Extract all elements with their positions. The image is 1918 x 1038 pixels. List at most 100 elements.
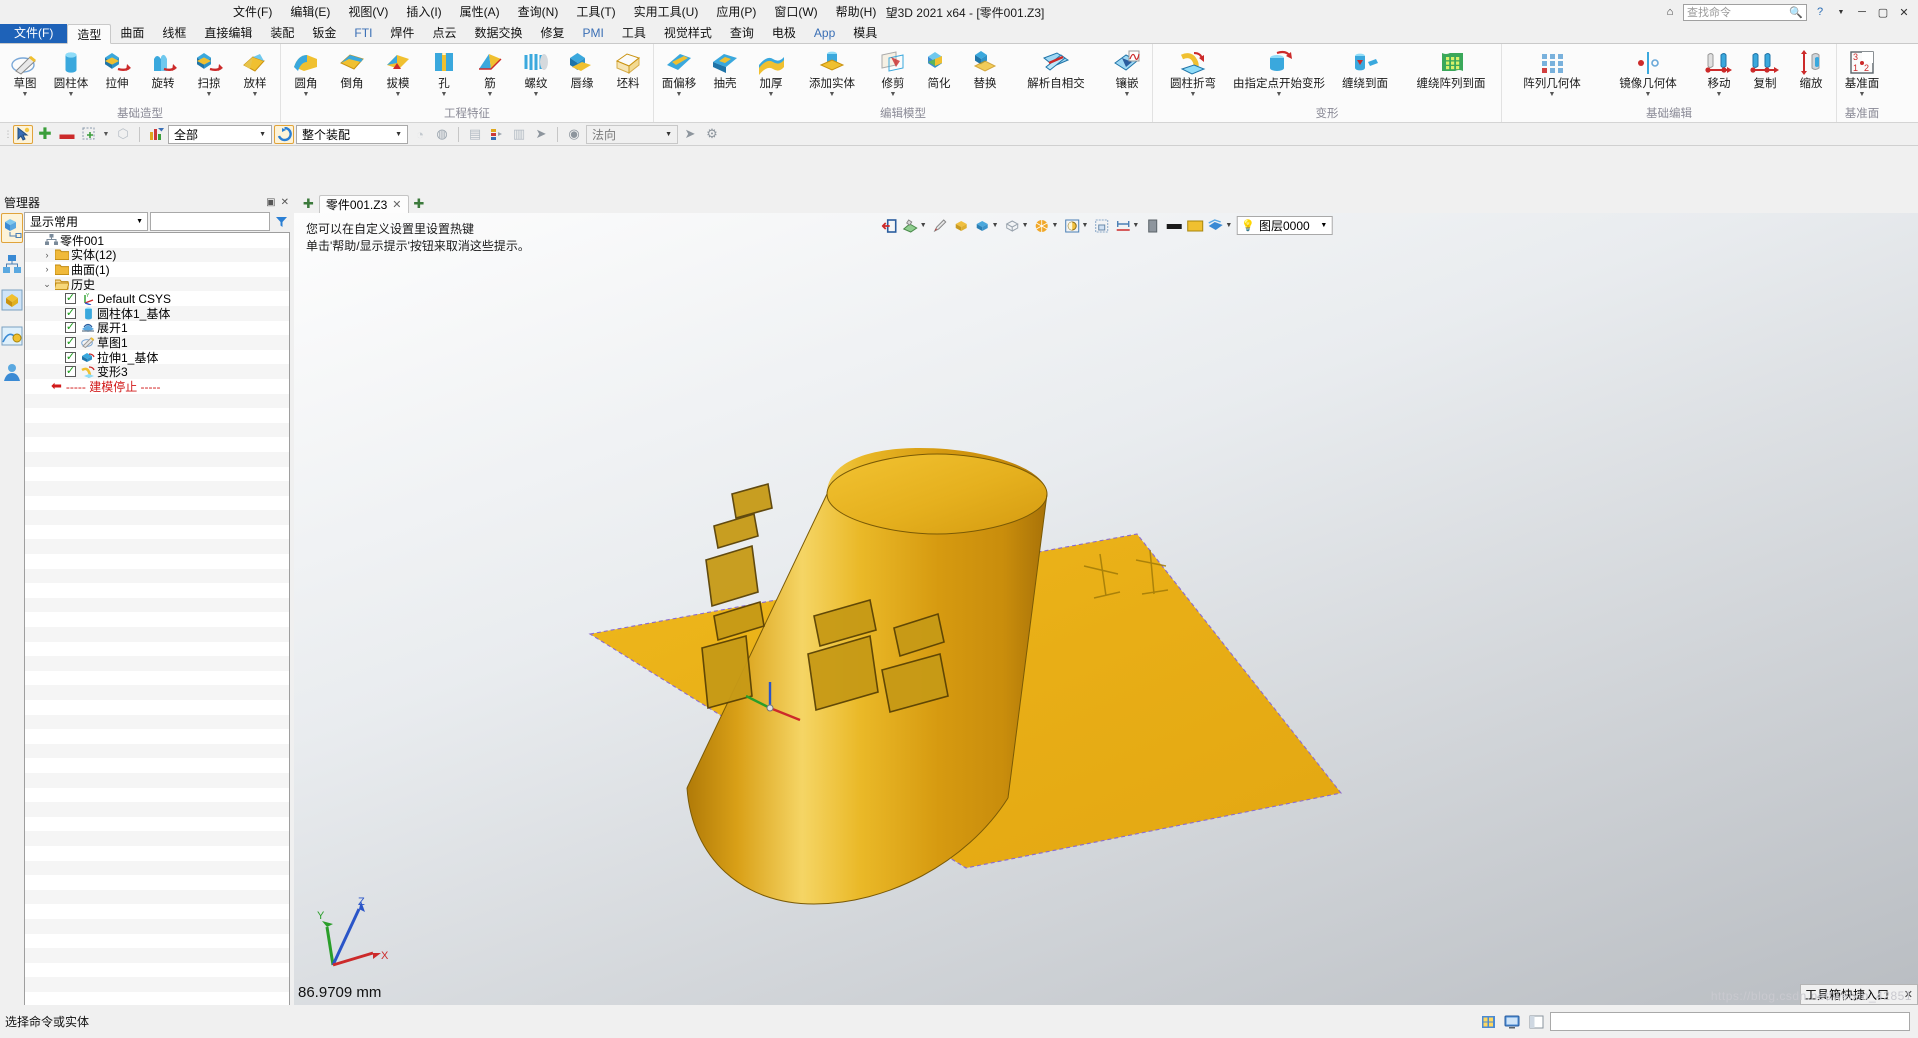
chevron-down-icon[interactable]: ⌄ [40,279,54,290]
circle-select-icon[interactable]: ⬡ [113,125,133,144]
ribbon-button-简化[interactable]: 简化▼ [916,47,962,99]
tab-曲面[interactable]: 曲面 [111,23,153,43]
layer-select[interactable]: 💡 图层0000 ▼ [1236,216,1333,235]
command-input[interactable] [1550,1012,1910,1031]
ribbon-button-圆柱折弯[interactable]: 圆柱折弯 ▼ [1155,47,1231,99]
chevron-down-icon[interactable]: ▼ [829,91,836,99]
direction-select[interactable]: 法向 ▼ [586,124,678,144]
exit-icon[interactable] [880,216,899,235]
rail-user-icon[interactable] [1,357,23,387]
tree-node-checkbox[interactable]: ✓ [65,351,76,363]
menu-item-2[interactable]: 视图(V) [339,3,397,20]
chevron-down-icon[interactable]: ▼ [1124,91,1131,99]
chevron-down-icon[interactable]: ▼ [1022,222,1029,229]
tree-node-checkbox[interactable]: ✓ [65,322,76,334]
chevron-down-icon[interactable]: ▼ [252,91,259,99]
model-canvas[interactable]: 您可以在自定义设置里设置热键 单击'帮助/显示提示'按钮来取消这些提示。 ▼ ▼… [294,213,1918,1005]
tab-工具[interactable]: 工具 [613,23,655,43]
menu-item-0[interactable]: 文件(F) [224,3,281,20]
tree-node-9[interactable]: ✓ 变形3 [25,364,289,379]
chevron-down-icon[interactable]: ▼ [676,91,683,99]
tree-node-4[interactable]: ✓ Y Default CSYS [25,291,289,306]
add-document-icon[interactable]: ✚ [411,196,428,212]
chevron-down-icon[interactable]: ▼ [487,91,494,99]
help-dropdown-icon[interactable]: ▼ [1833,4,1849,20]
ribbon-button-螺纹[interactable]: 螺纹 ▼ [513,47,559,99]
chevron-down-icon[interactable]: ▼ [395,91,402,99]
layer-b-icon[interactable] [487,125,507,144]
chevron-down-icon[interactable]: ▼ [1225,222,1232,229]
ribbon-button-抽壳[interactable]: 抽壳▼ [702,47,748,99]
three-d-model[interactable] [294,298,1918,1005]
measure-icon[interactable] [1113,216,1132,235]
layer-color-icon[interactable] [1206,216,1225,235]
chevron-down-icon[interactable]: ▼ [1190,91,1197,99]
tree-node-checkbox[interactable]: ✓ [65,336,76,348]
tab-PMI[interactable]: PMI [573,23,612,43]
tree-node-0[interactable]: 零件001 [25,233,289,248]
add-selection-icon[interactable]: ✚ [35,125,55,144]
ribbon-button-缩放[interactable]: 缩放▼ [1788,47,1834,99]
add-group-caret-icon[interactable]: ▼ [101,125,111,144]
tree-node-checkbox[interactable]: ✓ [65,293,76,305]
feature-tree[interactable]: 零件001 › 实体(12) › 曲面(1) ⌄ 历史 ✓ Y Default CSYS ✓ 圆柱体1… [24,232,290,1038]
color-wheel-icon[interactable] [1033,216,1052,235]
tab-点云[interactable]: 点云 [423,23,465,43]
menu-item-6[interactable]: 工具(T) [567,3,624,20]
ribbon-button-坯料[interactable]: 坯料▼ [605,47,651,99]
menu-item-10[interactable]: 帮助(H) [827,3,886,20]
close-button[interactable]: ✕ [1896,4,1912,20]
filter-icon[interactable] [146,125,166,144]
view-preset-icon[interactable] [1143,216,1162,235]
tree-node-5[interactable]: ✓ 圆柱体1_基体 [25,305,289,321]
ribbon-button-圆角[interactable]: 圆角 ▼ [283,47,329,99]
menu-item-7[interactable]: 实用工具(U) [625,3,708,20]
chevron-down-icon[interactable]: ▼ [22,91,29,99]
layer-c-icon[interactable]: ▥ [509,125,529,144]
tree-node-8[interactable]: ✓ 拉伸1_基体 [25,350,289,365]
tab-视觉样式[interactable]: 视觉样式 [655,23,721,43]
modeling-stop-marker[interactable]: ⬅ ----- 建模停止 ----- [25,378,289,394]
remove-selection-icon[interactable]: ▬ [57,125,77,144]
chevron-down-icon[interactable]: ▼ [1645,91,1652,99]
tab-file[interactable]: 文件(F) [0,23,68,43]
ribbon-button-孔[interactable]: 孔 ▼ [421,47,467,99]
chevron-down-icon[interactable]: ▼ [890,91,897,99]
chevron-down-icon[interactable]: ▼ [1052,222,1059,229]
tab-装配[interactable]: 装配 [261,23,303,43]
wireframe-icon[interactable] [1003,216,1022,235]
tree-node-6[interactable]: ✓ 展开1 [25,321,289,335]
pick-cursor-icon[interactable]: ➤ [531,125,551,144]
tab-焊件[interactable]: 焊件 [381,23,423,43]
orientation-icon[interactable]: ◉ [564,125,584,144]
chevron-down-icon[interactable]: ▼ [206,91,213,99]
ribbon-button-放样[interactable]: 放样 ▼ [232,47,278,99]
filter-funnel-icon[interactable] [272,212,290,231]
rail-part-icon[interactable] [1,285,23,315]
render-icon[interactable] [901,216,920,235]
chevron-down-icon[interactable]: ▼ [1716,91,1723,99]
chevron-down-icon[interactable]: ▼ [1276,91,1283,99]
home-icon[interactable]: ⌂ [1662,4,1678,20]
chevron-down-icon[interactable]: ▼ [1859,91,1866,99]
tab-钣金[interactable]: 钣金 [303,23,345,43]
rail-history-icon[interactable] [1,213,23,243]
help-icon[interactable]: ? [1812,4,1828,20]
toolbar-grip[interactable]: ⋮ [4,125,13,144]
tree-node-3[interactable]: ⌄ 历史 [25,276,289,292]
ribbon-button-旋转[interactable]: 旋转▼ [140,47,186,99]
select-filter-icon[interactable] [13,124,33,144]
menu-item-9[interactable]: 窗口(W) [765,3,826,20]
shaded-icon[interactable] [952,216,971,235]
tab-修复[interactable]: 修复 [531,23,573,43]
tree-node-2[interactable]: › 曲面(1) [25,262,289,277]
ribbon-button-圆柱体[interactable]: 圆柱体 ▼ [48,47,94,99]
tree-node-checkbox[interactable]: ✓ [65,366,76,378]
ribbon-button-面偏移[interactable]: 面偏移 ▼ [656,47,702,99]
ribbon-button-基准面[interactable]: 3 1 2 基准面 ▼ [1839,47,1885,99]
document-tab-close-icon[interactable]: ✕ [392,198,401,211]
menu-item-5[interactable]: 查询(N) [509,3,568,20]
command-search-input[interactable]: 查找命令 🔍 [1683,3,1807,21]
scope-select[interactable]: 全部 ▼ [168,124,272,144]
ribbon-button-筋[interactable]: 筋 ▼ [467,47,513,99]
